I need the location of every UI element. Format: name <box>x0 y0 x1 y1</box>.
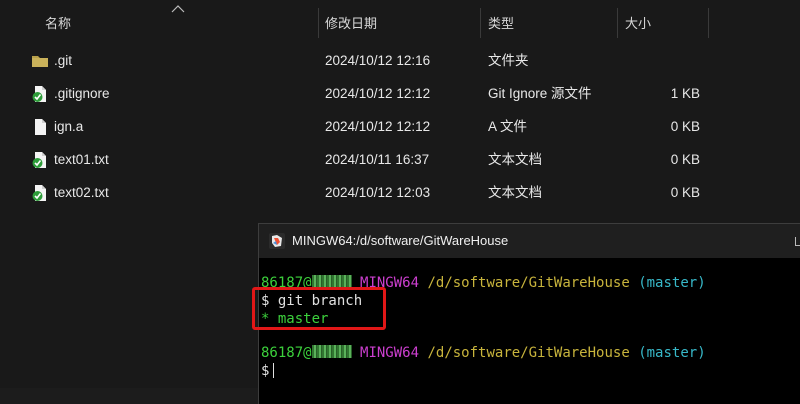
column-header-size[interactable]: 大小 <box>625 14 651 34</box>
terminal-prompt-line: 86187@ MINGW64 /d/software/GitWareHouse … <box>261 344 706 362</box>
prompt-user: 86187@ <box>261 345 312 361</box>
terminal-input-prompt: $ <box>261 363 270 379</box>
text-cursor <box>273 363 275 378</box>
terminal-titlebar[interactable]: MINGW64:/d/software/GitWareHouse <box>259 224 800 258</box>
file-modified: 2024/10/12 12:03 <box>325 185 431 200</box>
file-size: 1 KB <box>670 86 700 101</box>
redacted-hostname <box>311 345 352 358</box>
prompt-path: /d/software/GitWareHouse <box>427 345 630 361</box>
column-header-type[interactable]: 类型 <box>488 14 514 34</box>
prompt-branch: (master) <box>638 345 706 361</box>
git-tracked-file-icon <box>32 185 46 201</box>
file-size: 0 KB <box>670 152 700 167</box>
file-type: A 文件 <box>488 119 528 134</box>
file-type: Git Ignore 源文件 <box>488 86 592 101</box>
file-size: 0 KB <box>670 185 700 200</box>
annotation-highlight-box <box>252 287 386 330</box>
terminal-input-line[interactable]: $ <box>261 362 275 380</box>
file-size <box>624 44 700 77</box>
file-name: ign.a <box>54 119 84 134</box>
file-row[interactable]: .gitignore 2024/10/12 12:12 Git Ignore 源… <box>0 77 800 110</box>
column-divider[interactable] <box>480 8 481 38</box>
file-modified: 2024/10/11 16:37 <box>325 152 430 167</box>
column-divider[interactable] <box>708 8 709 38</box>
file-type: 文本文档 <box>488 152 542 167</box>
window-edge-icon <box>795 237 800 246</box>
prompt-path: /d/software/GitWareHouse <box>427 275 630 291</box>
git-tracked-file-icon <box>32 152 46 168</box>
folder-icon <box>32 56 48 67</box>
file-type: 文本文档 <box>488 185 542 200</box>
file-name: text02.txt <box>54 185 109 200</box>
file-row[interactable]: text02.txt 2024/10/12 12:03 文本文档 0 KB <box>0 176 800 209</box>
file-icon <box>35 119 46 135</box>
sort-chevron-up-icon[interactable] <box>171 4 185 14</box>
prompt-env: MINGW64 <box>360 345 420 361</box>
git-bash-icon <box>269 233 285 249</box>
file-row[interactable]: ign.a 2024/10/12 12:12 A 文件 0 KB <box>0 110 800 143</box>
column-header-bar: 名称 修改日期 类型 大小 <box>0 0 800 46</box>
file-row[interactable]: .git 2024/10/12 12:16 文件夹 <box>0 44 800 77</box>
prompt-branch: (master) <box>638 275 706 291</box>
terminal-title: MINGW64:/d/software/GitWareHouse <box>292 233 509 248</box>
column-divider[interactable] <box>318 8 319 38</box>
file-size: 0 KB <box>670 119 700 134</box>
file-name: text01.txt <box>54 152 109 167</box>
column-divider[interactable] <box>617 8 618 38</box>
column-header-name[interactable]: 名称 <box>45 14 71 34</box>
column-header-modified[interactable]: 修改日期 <box>325 14 377 34</box>
file-modified: 2024/10/12 12:12 <box>325 86 431 101</box>
file-type: 文件夹 <box>488 53 529 68</box>
git-tracked-file-icon <box>32 86 46 102</box>
file-modified: 2024/10/12 12:16 <box>325 53 431 68</box>
file-name: .git <box>54 53 73 68</box>
file-row[interactable]: text01.txt 2024/10/11 16:37 文本文档 0 KB <box>0 143 800 176</box>
file-name: .gitignore <box>54 86 110 101</box>
file-modified: 2024/10/12 12:12 <box>325 119 431 134</box>
